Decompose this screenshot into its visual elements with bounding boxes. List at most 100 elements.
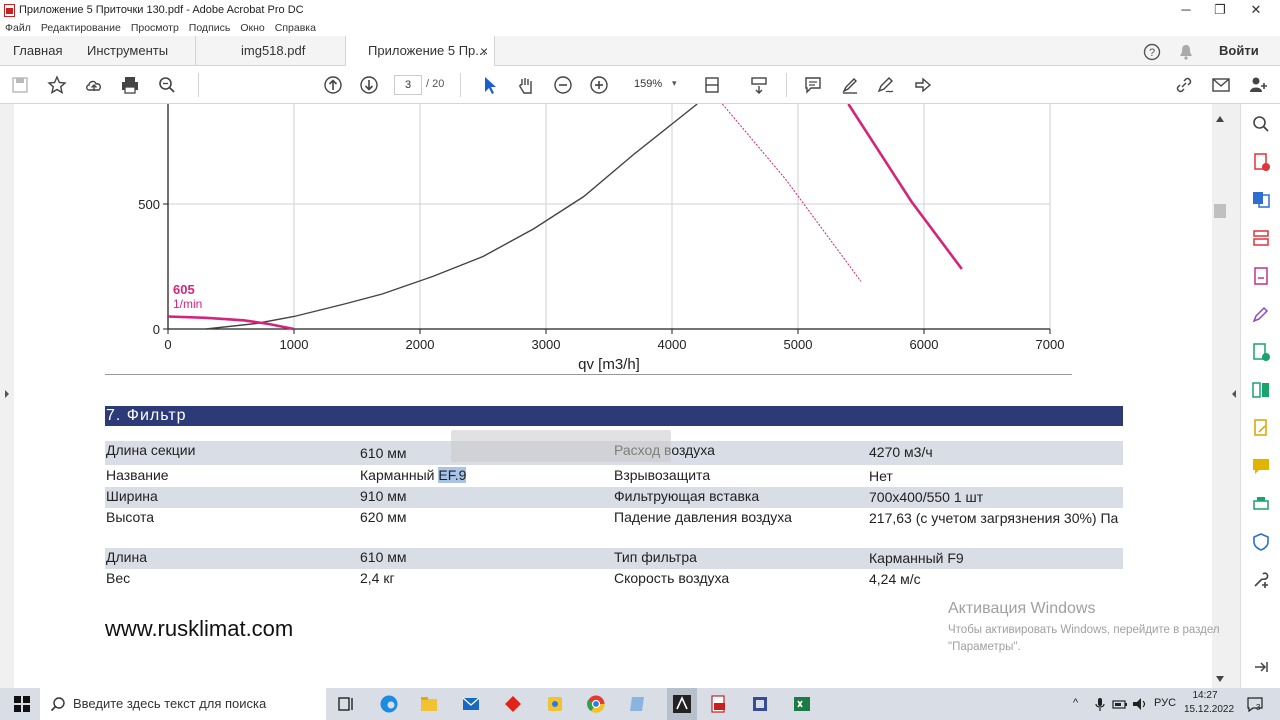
left-panel-collapsed[interactable]: [0, 104, 14, 688]
zoom-dropdown[interactable]: ▾: [672, 78, 677, 89]
right-panel-toggle[interactable]: [1228, 104, 1240, 688]
pdf-app-icon[interactable]: [708, 694, 728, 714]
cell-value: 2,4 кг: [360, 570, 395, 586]
cell-label: Название: [106, 467, 169, 483]
scrollbar-thumb[interactable]: [1214, 204, 1226, 218]
excel-icon[interactable]: [792, 694, 812, 714]
prev-page-icon[interactable]: [323, 75, 343, 95]
anydesk-icon[interactable]: [503, 694, 523, 714]
page-number-input[interactable]: 3: [394, 75, 422, 95]
edge-icon[interactable]: [379, 694, 399, 714]
acrobat-taskbar-icon[interactable]: [667, 688, 697, 720]
next-page-icon[interactable]: [359, 75, 379, 95]
website-link[interactable]: www.rusklimat.com: [105, 616, 293, 642]
sign-pen-icon[interactable]: [876, 75, 896, 95]
comment-icon[interactable]: [803, 75, 823, 95]
language-indicator[interactable]: РУС: [1154, 697, 1176, 709]
edit-pdf-icon[interactable]: [1251, 304, 1271, 324]
export-pdf-icon[interactable]: [1251, 266, 1271, 286]
more-tools-icon[interactable]: [1251, 570, 1271, 590]
print-production-icon[interactable]: [1251, 494, 1271, 514]
microphone-icon[interactable]: [1090, 694, 1110, 714]
zoom-search-icon[interactable]: [157, 75, 177, 95]
x-tick-label: 5000: [784, 337, 813, 352]
annotation-rpm-value: 605: [173, 282, 195, 297]
x-tick-label: 0: [164, 337, 171, 352]
file-explorer-icon[interactable]: [419, 694, 439, 714]
battery-icon[interactable]: [1110, 694, 1130, 714]
maximize-button[interactable]: ❐: [1202, 0, 1238, 20]
scroll-mode-icon[interactable]: [749, 75, 769, 95]
email-icon[interactable]: [1211, 75, 1231, 95]
y-tick-label: 500: [138, 197, 160, 212]
combine-files-icon[interactable]: [1251, 189, 1271, 209]
send-for-review-icon[interactable]: [1251, 342, 1271, 362]
cell-value: 4270 м3/ч: [869, 444, 933, 460]
zoom-out-icon[interactable]: [553, 75, 573, 95]
cell-value: Карманный EF.9: [360, 467, 467, 483]
chrome-icon[interactable]: [586, 694, 606, 714]
tab-home[interactable]: Главная: [13, 36, 62, 66]
notes-app-icon[interactable]: [627, 694, 647, 714]
save-icon[interactable]: [10, 75, 30, 95]
menu-view[interactable]: Просмотр: [131, 22, 179, 34]
tab-tools[interactable]: Инструменты: [87, 36, 168, 66]
link-icon[interactable]: [1174, 75, 1194, 95]
text-selection-highlight: EF.9: [438, 467, 467, 483]
close-tab-icon[interactable]: ×: [480, 36, 488, 66]
compare-files-icon[interactable]: [1251, 380, 1271, 400]
cell-label: Длина: [106, 549, 147, 565]
x-tick-label: 3000: [532, 337, 561, 352]
print-icon[interactable]: [120, 75, 140, 95]
organize-pages-icon[interactable]: [1251, 228, 1271, 248]
select-cursor-icon[interactable]: [480, 75, 500, 95]
pdf-icon: [4, 3, 15, 17]
cell-value-text: Карманный: [360, 467, 439, 483]
taskbar-clock[interactable]: 14:27 15.12.2022: [1184, 689, 1234, 717]
title-bar: Приложение 5 Приточки 130.pdf - Adobe Ac…: [0, 0, 1280, 20]
help-icon[interactable]: ?: [1143, 42, 1161, 61]
task-view-icon[interactable]: [336, 694, 356, 714]
menu-sign[interactable]: Подпись: [189, 22, 231, 34]
add-user-icon[interactable]: [1248, 75, 1268, 95]
sticky-app-icon[interactable]: [545, 694, 565, 714]
tab-row: Главная Инструменты img518.pdf Приложени…: [0, 36, 1280, 67]
windows-taskbar: Введите здесь текст для поиска ^ РУС 14:…: [0, 688, 1280, 720]
highlight-pen-icon[interactable]: [840, 75, 860, 95]
tab-img518[interactable]: img518.pdf: [195, 36, 345, 66]
menu-edit[interactable]: Редактирование: [41, 22, 121, 34]
zoom-level[interactable]: 159%: [634, 78, 662, 90]
search-icon[interactable]: [1251, 114, 1271, 134]
menu-file[interactable]: Файл: [5, 22, 31, 34]
signin-button[interactable]: Войти: [1219, 36, 1259, 66]
cell-label: Длина секции: [106, 442, 196, 458]
tray-expand-icon[interactable]: ^: [1073, 697, 1078, 709]
bell-icon[interactable]: [1177, 42, 1195, 60]
volume-icon[interactable]: [1130, 694, 1150, 714]
media-app-icon[interactable]: [750, 694, 770, 714]
fit-page-icon[interactable]: [702, 75, 722, 95]
quick-edit-toolbar[interactable]: [451, 430, 671, 462]
minimize-button[interactable]: ─: [1168, 0, 1204, 20]
taskbar-search[interactable]: Введите здесь текст для поиска: [40, 688, 326, 720]
menu-help[interactable]: Справка: [275, 22, 316, 34]
zoom-in-icon[interactable]: [589, 75, 609, 95]
menu-window[interactable]: Окно: [240, 22, 264, 34]
notification-center-icon[interactable]: [1245, 694, 1265, 714]
star-icon[interactable]: [47, 75, 67, 95]
tab-prilozhenie[interactable]: Приложение 5 Пр...: [345, 36, 495, 67]
comment-tool-icon[interactable]: [1251, 456, 1271, 476]
cell-value: 217,63 (с учетом загрязнения 30%) Па: [869, 510, 1119, 526]
create-pdf-icon[interactable]: [1251, 152, 1271, 172]
close-window-button[interactable]: ✕: [1238, 0, 1274, 20]
hand-tool-icon[interactable]: [516, 75, 536, 95]
protect-shield-icon[interactable]: [1251, 532, 1271, 552]
fill-sign-icon[interactable]: [1251, 418, 1271, 438]
expand-panel-icon[interactable]: [1251, 657, 1271, 677]
share-icon[interactable]: [913, 75, 933, 95]
windows-start-icon[interactable]: [12, 694, 32, 714]
cloud-upload-icon[interactable]: [84, 75, 104, 95]
x-axis-label: qv [m3/h]: [578, 356, 640, 373]
vertical-scrollbar[interactable]: [1212, 104, 1228, 688]
mail-icon[interactable]: [461, 694, 481, 714]
